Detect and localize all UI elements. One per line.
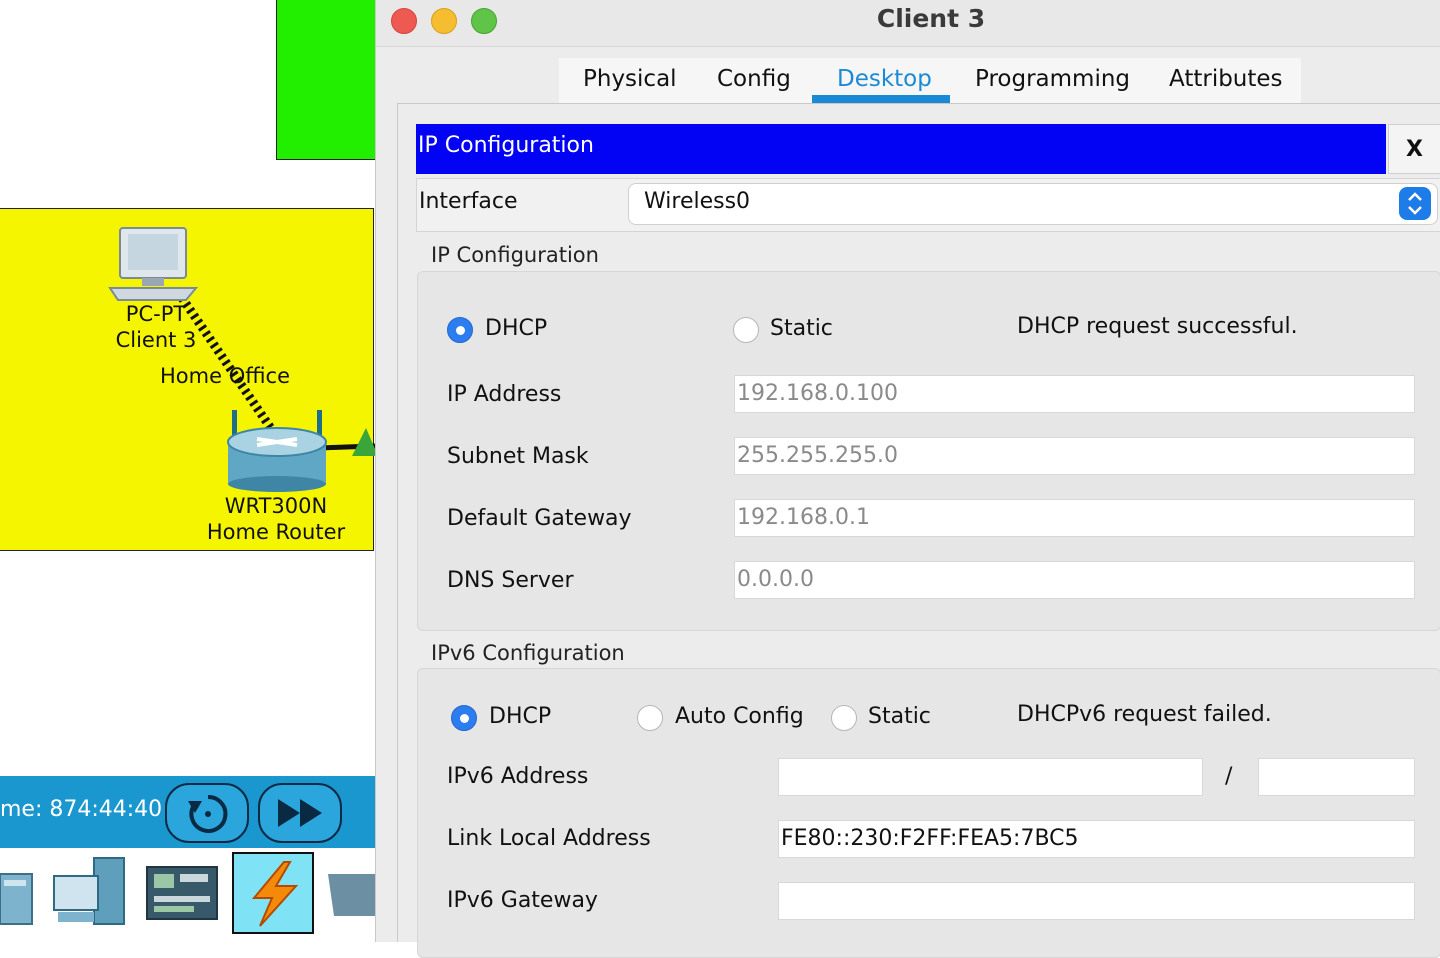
tab-desktop[interactable]: Desktop — [837, 66, 932, 92]
subnet-mask-label: Subnet Mask — [447, 444, 589, 469]
power-cycle-button[interactable] — [165, 783, 249, 843]
ipv4-section-title: IP Configuration — [431, 243, 599, 267]
dhcpv6-status-text: DHCPv6 request failed. — [1017, 702, 1272, 727]
subnet-mask-field[interactable]: 255.255.255.0 — [734, 437, 1415, 475]
dns-server-field[interactable]: 0.0.0.0 — [734, 561, 1415, 599]
interface-selected-value: Wireless0 — [644, 189, 751, 214]
dhcp-status-text: DHCP request successful. — [1017, 314, 1298, 339]
link-local-address-field[interactable]: FE80::230:F2FF:FEA5:7BC5 — [778, 820, 1415, 858]
fast-forward-button[interactable] — [258, 783, 342, 843]
logical-workspace[interactable]: PC-PT Client 3 Home Office WRT300N Home … — [0, 0, 375, 942]
dns-server-label: DNS Server — [447, 568, 574, 593]
window-title: Client 3 — [876, 4, 986, 33]
pc-label: PC-PT Client 3 — [96, 301, 216, 353]
ipv4-dhcp-label[interactable]: DHCP — [485, 316, 547, 341]
lightning-icon — [251, 861, 299, 927]
area-label: Home Office — [160, 364, 290, 388]
router-icon[interactable] — [222, 406, 332, 492]
pc-type-label: PC-PT — [125, 302, 187, 326]
ipv4-static-label[interactable]: Static — [770, 316, 833, 341]
network-device-icon[interactable] — [0, 860, 36, 932]
ipv6-address-field[interactable] — [778, 758, 1203, 796]
ipv6-auto-config-radio[interactable] — [637, 705, 663, 731]
prefix-separator: / — [1225, 764, 1233, 789]
end-device-icon[interactable] — [50, 856, 130, 932]
refresh-icon — [188, 794, 228, 833]
default-gateway-field[interactable]: 192.168.0.1 — [734, 499, 1415, 537]
select-arrows-icon[interactable] — [1399, 187, 1431, 220]
chevron-updown-icon — [1408, 192, 1422, 215]
connections-category-button[interactable] — [232, 852, 314, 934]
ipv6-gateway-field[interactable] — [778, 882, 1415, 920]
ipv6-auto-config-label[interactable]: Auto Config — [675, 704, 804, 729]
link-local-address-label: Link Local Address — [447, 826, 651, 851]
active-tab-indicator — [812, 95, 950, 103]
ipv4-static-radio[interactable] — [733, 317, 759, 343]
router-model-label: WRT300N — [224, 494, 328, 518]
component-icon[interactable] — [146, 866, 218, 920]
tab-programming[interactable]: Programming — [975, 66, 1130, 92]
ipv6-gateway-label: IPv6 Gateway — [447, 888, 598, 913]
ipv6-static-label[interactable]: Static — [868, 704, 931, 729]
ipv6-address-label: IPv6 Address — [447, 764, 589, 789]
tab-physical[interactable]: Physical — [583, 66, 677, 92]
router-name-label: Home Router — [206, 520, 346, 544]
ip-config-header: IP Configuration — [416, 124, 1386, 174]
interface-label: Interface — [419, 189, 518, 214]
ipv6-section-title: IPv6 Configuration — [431, 641, 625, 665]
ipv6-prefix-field[interactable] — [1258, 758, 1415, 796]
ipv6-static-radio[interactable] — [831, 705, 857, 731]
fast-forward-icon — [278, 799, 322, 827]
pc-name-label: Client 3 — [115, 328, 197, 352]
sim-time-text: me: 874:44:40 — [0, 797, 163, 822]
default-gateway-label: Default Gateway — [447, 506, 632, 531]
ip-address-field[interactable]: 192.168.0.100 — [734, 375, 1415, 413]
ip-address-label: IP Address — [447, 382, 562, 407]
router-label: WRT300N Home Router — [196, 493, 356, 545]
ipv6-dhcp-label[interactable]: DHCP — [489, 704, 551, 729]
client-window: Client 3 Physical Config Desktop Program… — [375, 0, 1440, 958]
tab-config[interactable]: Config — [717, 66, 791, 92]
device-tray — [0, 848, 375, 942]
folder-icon[interactable] — [328, 868, 375, 918]
pc-icon[interactable] — [108, 224, 200, 302]
close-app-button[interactable]: X — [1388, 124, 1440, 174]
ipv4-dhcp-radio[interactable] — [447, 317, 473, 343]
tab-attributes[interactable]: Attributes — [1169, 66, 1283, 92]
ipv6-dhcp-radio[interactable] — [451, 705, 477, 731]
